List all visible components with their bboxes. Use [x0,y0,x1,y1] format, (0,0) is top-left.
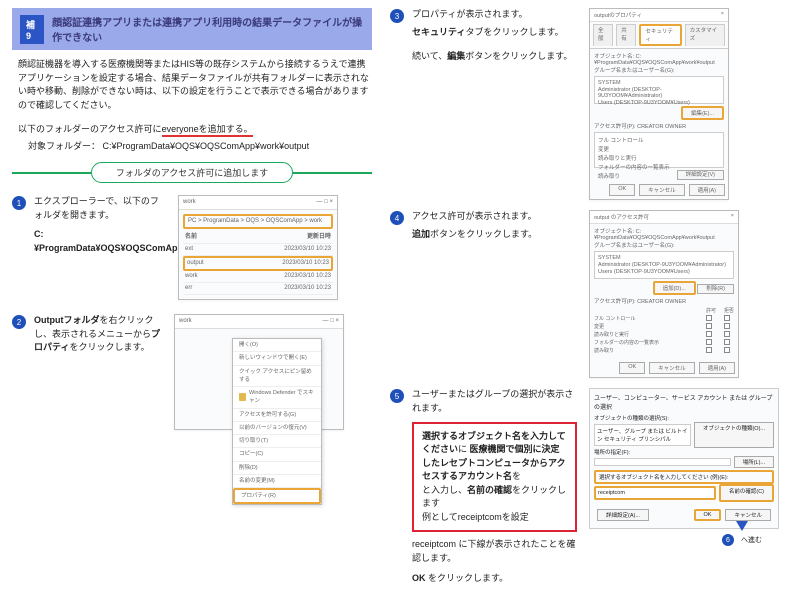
step-3: 3 プロパティが表示されます。 セキュリティタブをクリックします。 続いて、編集… [390,8,780,200]
arrow-down-icon [736,521,748,531]
breadcrumb-highlight: PC > ProgramData > OQS > OQSComApp > wor… [183,214,333,229]
step-number: 4 [390,211,404,225]
everyone-instruction: 以下のフォルダーのアクセス許可にeveryoneを追加する。 [18,122,370,135]
step4-line1: アクセス許可が表示されます。 [412,210,577,224]
advanced-button[interactable]: 詳細設定(V) [677,170,724,180]
divider-label: フォルダのアクセス許可に追加します [91,162,294,183]
properties-dialog: outputのプロパティ× 全般 共有 セキュリティ カスタマイズ オブジェクト… [589,8,729,200]
location-button[interactable]: 場所(L)... [734,456,774,468]
add-button[interactable]: 追加(D)... [653,281,696,295]
ok-button[interactable]: OK [694,509,722,521]
section-banner: 補9 顔認証連携アプリまたは連携アプリ利用時の結果データファイルが操作できない [12,8,372,50]
step-2: 2 Outputフォルダを右クリックし、表示されるメニューからプロパティをクリッ… [12,314,372,430]
section-divider: フォルダのアクセス許可に追加します [12,162,372,183]
select-user-dialog: ユーザー、コンピューター、サービス アカウント または グループ の選択 オブジ… [589,388,779,529]
step3-line1: プロパティが表示されます。 [412,8,577,22]
menu-item[interactable]: コピー(C) [233,448,321,461]
menu-item[interactable]: Windows Defender でスキャン [233,387,321,409]
step-number: 1 [12,196,26,210]
menu-item[interactable]: 以前のバージョンの復元(V) [233,422,321,435]
apply-button[interactable]: 適用(A) [689,184,725,196]
context-menu: 開く(O) 新しいウィンドウで開く(E) クイック アクセスにピン留めする Wi… [232,338,322,505]
tab-general[interactable]: 全般 [593,24,613,46]
continue-indicator: 6 へ進む [722,521,762,546]
ok-button[interactable]: OK [609,184,635,196]
object-type-button[interactable]: オブジェクトの種類(O)... [694,422,774,448]
step1-text: エクスプローラーで、以下のフォルダを開きます。 [34,196,159,220]
step-5: 5 ユーザーまたはグループの選択が表示されます。 選択するオブジェクト名を入力し… [390,388,780,586]
window-controls: — □ × [323,317,339,326]
checkbox[interactable] [706,315,712,321]
edit-button[interactable]: 編集(E)... [681,106,724,120]
step5-after: receiptcom に下線が表示されたことを確認します。 [412,538,577,566]
tab-security[interactable]: セキュリティ [639,24,681,46]
cancel-button[interactable]: キャンセル [725,509,771,521]
step1-path: C:¥ProgramData¥OQS¥OQSComApp¥work [34,228,164,255]
advanced-button[interactable]: 詳細設定(A)... [597,509,649,521]
red-instruction-box: 選択するオブジェクト名を入力してくださいに 医療機関で個別に決定したレセプトコン… [412,422,577,533]
step-number: 3 [390,9,404,23]
step-1: 1 エクスプローラーで、以下のフォルダを開きます。 C:¥ProgramData… [12,195,372,300]
banner-title: 顔認証連携アプリまたは連携アプリ利用時の結果データファイルが操作できない [52,14,364,44]
menu-item[interactable]: クイック アクセスにピン留めする [233,366,321,388]
explorer-mock: work — □ × PC > ProgramData > OQS > OQSC… [178,195,338,300]
everyone-underline: everyoneを追加する。 [162,124,253,137]
apply-button[interactable]: 適用(A) [699,362,735,374]
step-number: 2 [12,315,26,329]
intro-paragraph: 顔認証機器を導入する医療機関等またはHIS等の既存システムから接続するうえで連携… [18,58,370,112]
shield-icon [239,393,246,401]
tab-share[interactable]: 共有 [616,24,636,46]
menu-item[interactable]: 名前の変更(M) [233,475,321,488]
step-number: 5 [390,389,404,403]
check-names-button[interactable]: 名前の確認(C) [719,484,774,502]
target-folder-path: 対象フォルダー： C:¥ProgramData¥OQS¥OQSComApp¥wo… [28,139,370,152]
cancel-button[interactable]: キャンセル [639,184,685,196]
menu-item[interactable]: アクセスを許可する(G) [233,409,321,422]
permissions-dialog: output のアクセス許可× オブジェクト名: C:¥ProgramData¥… [589,210,739,378]
menu-item[interactable]: 切り取り(T) [233,435,321,448]
menu-item[interactable]: 削除(D) [233,462,321,475]
menu-item[interactable]: 新しいウィンドウで開く(E) [233,352,321,365]
cancel-button[interactable]: キャンセル [649,362,695,374]
checkbox[interactable] [724,315,730,321]
banner-tag: 補9 [20,15,44,44]
step5-line1: ユーザーまたはグループの選択が表示されます。 [412,388,577,416]
remove-button[interactable]: 削除(R) [697,284,734,294]
explorer-mock-2: work — □ × 開く(O) 新しいウィンドウで開く(E) クイック アクセ… [174,314,344,430]
menu-item[interactable]: 開く(O) [233,339,321,352]
ok-button[interactable]: OK [619,362,645,374]
menu-item-properties[interactable]: プロパティ(R) [233,488,321,504]
object-name-input[interactable]: receiptcom [594,486,716,500]
window-controls: — □ × [317,198,333,207]
step-4: 4 アクセス許可が表示されます。 追加ボタンをクリックします。 output の… [390,210,780,378]
step-number: 6 [722,534,734,546]
